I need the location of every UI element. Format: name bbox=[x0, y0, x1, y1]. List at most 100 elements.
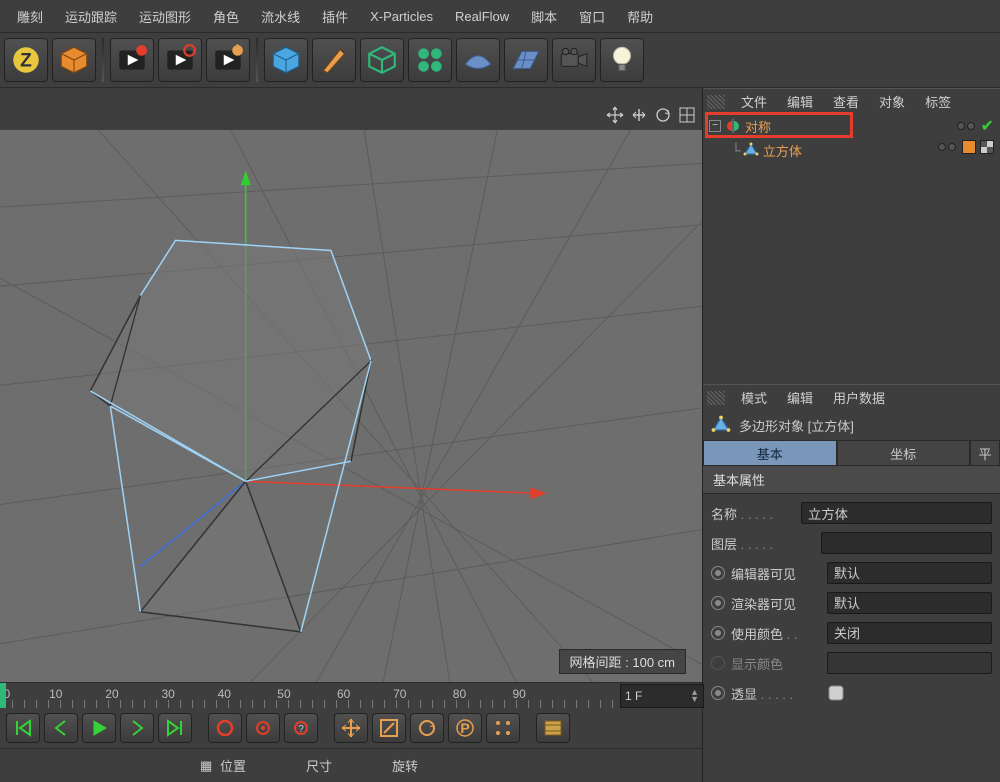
prev-key-button[interactable] bbox=[44, 713, 78, 743]
ruler-tick-50: 50 bbox=[277, 687, 290, 701]
visibility-dots[interactable] bbox=[938, 143, 956, 151]
branch-icon: └ bbox=[731, 142, 741, 158]
goto-start-button[interactable] bbox=[6, 713, 40, 743]
generator-button[interactable] bbox=[360, 38, 404, 82]
radio-icon[interactable] bbox=[711, 686, 725, 700]
prop-xray: 透显 . . . . . bbox=[703, 678, 1000, 708]
move-view-icon[interactable] bbox=[606, 106, 624, 124]
render-visible-select[interactable]: 默认 bbox=[827, 592, 992, 614]
primitive-cube-button[interactable] bbox=[52, 38, 96, 82]
environment-button[interactable] bbox=[456, 38, 500, 82]
display-color-field[interactable] bbox=[827, 652, 992, 674]
radio-icon[interactable] bbox=[711, 656, 725, 670]
menu-sculpt[interactable]: 雕刻 bbox=[6, 7, 54, 26]
radio-icon[interactable] bbox=[711, 566, 725, 580]
om-menu-file[interactable]: 文件 bbox=[731, 92, 777, 111]
layer-field[interactable] bbox=[821, 532, 992, 554]
grip-icon bbox=[707, 95, 725, 109]
ruler-tick-20: 20 bbox=[105, 687, 118, 701]
name-input[interactable] bbox=[801, 502, 992, 524]
menu-pipeline[interactable]: 流水线 bbox=[250, 7, 311, 26]
menu-realflow[interactable]: RealFlow bbox=[444, 9, 520, 24]
om-menu-object[interactable]: 对象 bbox=[869, 92, 915, 111]
polygon-object-icon bbox=[743, 142, 759, 158]
grid-spacing-label: 网格间距 : 100 cm bbox=[559, 649, 686, 674]
key-scale-button[interactable] bbox=[372, 713, 406, 743]
radio-icon[interactable] bbox=[711, 626, 725, 640]
prop-editor-visible: 编辑器可见 默认 bbox=[703, 558, 1000, 588]
ruler-tick-70: 70 bbox=[393, 687, 406, 701]
svg-text:?: ? bbox=[298, 724, 304, 735]
light-button[interactable] bbox=[600, 38, 644, 82]
viewport-container: 网格间距 : 100 cm 0 10 20 30 40 50 60 70 80 … bbox=[0, 88, 702, 782]
record-button[interactable] bbox=[208, 713, 242, 743]
menu-xparticles[interactable]: X-Particles bbox=[359, 9, 444, 24]
menu-help[interactable]: 帮助 bbox=[616, 7, 664, 26]
ruler-tick-10: 10 bbox=[49, 687, 62, 701]
radio-icon[interactable] bbox=[711, 596, 725, 610]
menu-window[interactable]: 窗口 bbox=[568, 7, 616, 26]
goto-end-button[interactable] bbox=[158, 713, 192, 743]
main-toolbar: Z bbox=[0, 32, 1000, 88]
attribute-title: 多边形对象 [立方体] bbox=[703, 410, 1000, 440]
prop-layer: 图层 . . . . . bbox=[703, 528, 1000, 558]
zoom-view-icon[interactable] bbox=[630, 106, 648, 124]
key-options-button[interactable]: ? bbox=[284, 713, 318, 743]
om-menu-tag[interactable]: 标签 bbox=[915, 92, 961, 111]
use-color-select[interactable]: 关闭 bbox=[827, 622, 992, 644]
attr-menu-edit[interactable]: 编辑 bbox=[777, 388, 823, 407]
keyframe-settings-button[interactable] bbox=[206, 38, 250, 82]
deformer-button[interactable] bbox=[408, 38, 452, 82]
size-label: 尺寸 bbox=[306, 756, 332, 775]
menu-character[interactable]: 角色 bbox=[202, 7, 250, 26]
svg-text:P: P bbox=[460, 720, 469, 736]
svg-text:Z: Z bbox=[20, 50, 32, 71]
next-key-button[interactable] bbox=[120, 713, 154, 743]
menu-mograph[interactable]: 运动图形 bbox=[128, 7, 202, 26]
autokey-toggle-button[interactable] bbox=[246, 713, 280, 743]
key-pla-button[interactable] bbox=[486, 713, 520, 743]
record-keyframe-button[interactable] bbox=[110, 38, 154, 82]
prop-name: 名称 . . . . . bbox=[703, 498, 1000, 528]
camera-button[interactable] bbox=[552, 38, 596, 82]
visibility-dots[interactable] bbox=[957, 122, 975, 130]
cube-button[interactable] bbox=[264, 38, 308, 82]
menu-motion-track[interactable]: 运动跟踪 bbox=[54, 7, 128, 26]
attr-menu-userdata[interactable]: 用户数据 bbox=[823, 388, 895, 407]
enable-check-icon[interactable]: ✔ bbox=[981, 116, 994, 136]
floor-button[interactable] bbox=[504, 38, 548, 82]
editor-visible-select[interactable]: 默认 bbox=[827, 562, 992, 584]
om-menu-edit[interactable]: 编辑 bbox=[777, 92, 823, 111]
key-rot-button[interactable] bbox=[410, 713, 444, 743]
tab-more[interactable]: 平 bbox=[970, 440, 1000, 466]
viewport[interactable]: 网格间距 : 100 cm bbox=[0, 130, 702, 682]
rotate-view-icon[interactable] bbox=[654, 106, 672, 124]
timeline-button[interactable] bbox=[536, 713, 570, 743]
expand-icon[interactable]: − bbox=[709, 120, 721, 132]
undo-button[interactable]: Z bbox=[4, 38, 48, 82]
om-menu-view[interactable]: 查看 bbox=[823, 92, 869, 111]
prop-display-color: 显示颜色 bbox=[703, 648, 1000, 678]
autokey-button[interactable] bbox=[158, 38, 202, 82]
key-pos-button[interactable] bbox=[334, 713, 368, 743]
view-layout-icon[interactable] bbox=[678, 106, 696, 124]
section-basic-props: 基本属性 bbox=[703, 466, 1000, 494]
attr-menu-mode[interactable]: 模式 bbox=[731, 388, 777, 407]
menu-scripts[interactable]: 脚本 bbox=[520, 7, 568, 26]
play-button[interactable] bbox=[82, 713, 116, 743]
prop-use-color: 使用颜色 . . 关闭 bbox=[703, 618, 1000, 648]
key-param-button[interactable]: P bbox=[448, 713, 482, 743]
timeline-ruler[interactable]: 0 10 20 30 40 50 60 70 80 90 bbox=[0, 682, 702, 708]
spline-pen-button[interactable] bbox=[312, 38, 356, 82]
tree-label: 立方体 bbox=[763, 141, 802, 160]
menu-plugins[interactable]: 插件 bbox=[311, 7, 359, 26]
tree-item-symmetry[interactable]: − 对称 bbox=[703, 114, 1000, 138]
checkbox-icon[interactable] bbox=[827, 684, 847, 702]
object-manager-tree[interactable]: − 对称 └ 立方体 ✔ bbox=[703, 114, 1000, 384]
ruler-tick-90: 90 bbox=[512, 687, 525, 701]
current-frame-field[interactable]: 1 F ▲▼ bbox=[620, 684, 704, 708]
tab-basic[interactable]: 基本 bbox=[703, 440, 837, 466]
position-label: 位置 bbox=[220, 756, 246, 775]
tab-coord[interactable]: 坐标 bbox=[837, 440, 971, 466]
tag-swatches[interactable] bbox=[962, 140, 994, 154]
